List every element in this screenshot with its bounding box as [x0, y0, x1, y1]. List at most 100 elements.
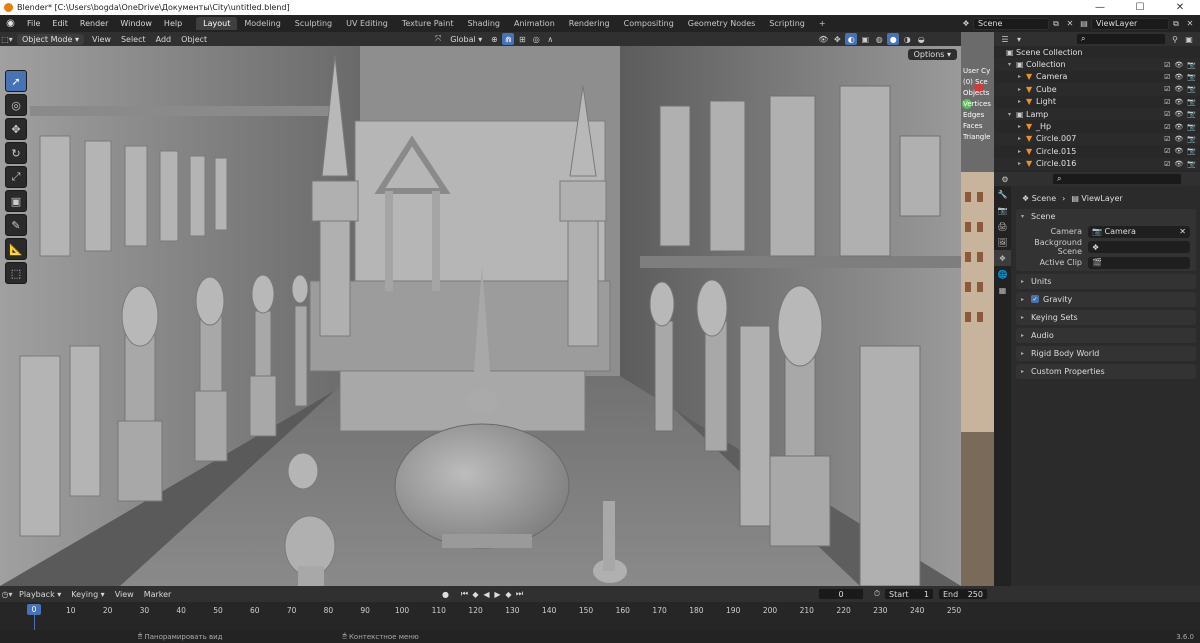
checkbox-icon[interactable]: ☑ [1164, 147, 1170, 155]
add-workspace-button[interactable]: + [812, 17, 833, 30]
checkbox-icon[interactable]: ☑ [1164, 73, 1170, 81]
end-frame-field[interactable]: End 250 [938, 588, 988, 600]
expand-arrow-icon[interactable]: ▸ [1018, 123, 1026, 130]
clear-camera-icon[interactable]: ✕ [1179, 227, 1186, 236]
workspace-tab-geometry-nodes[interactable]: Geometry Nodes [681, 17, 762, 30]
maximize-button[interactable]: ☐ [1120, 2, 1160, 13]
menu-help[interactable]: Help [158, 19, 188, 28]
transform-tool-icon[interactable]: ▣ [5, 190, 27, 212]
audio-panel[interactable]: ▸ Audio [1016, 327, 1196, 343]
camera-render-icon[interactable]: 📷 [1187, 147, 1196, 155]
jump-start-icon[interactable]: ⏮ [459, 589, 470, 599]
add-cube-tool-icon[interactable]: ⬚ [5, 262, 27, 284]
new-scene-icon[interactable]: ⧉ [1050, 18, 1062, 30]
camera-render-icon[interactable]: 📷 [1187, 73, 1196, 81]
viewport-menu-select[interactable]: Select [116, 35, 151, 44]
outliner-item[interactable]: ▸ ▼ Circle.007 ☑ 👁 📷 [994, 132, 1200, 146]
menu-edit[interactable]: Edit [46, 19, 74, 28]
preview-range-clock-icon[interactable]: ⏱ [871, 588, 883, 600]
expand-arrow-icon[interactable]: ▸ [1018, 86, 1026, 93]
playhead-line[interactable] [34, 614, 35, 630]
outliner-search-input[interactable]: ⌕ [1076, 33, 1166, 45]
workspace-tab-uv-editing[interactable]: UV Editing [339, 17, 395, 30]
expand-arrow-icon[interactable]: ▾ [1008, 111, 1016, 118]
outliner-item[interactable]: ▸ ▼ Cube ☑ 👁 📷 [994, 83, 1200, 96]
camera-render-icon[interactable]: 📷 [1187, 61, 1196, 69]
camera-render-icon[interactable]: 📷 [1187, 135, 1196, 143]
workspace-tab-rendering[interactable]: Rendering [562, 17, 617, 30]
expand-arrow-icon[interactable]: ▸ [1018, 160, 1026, 167]
delete-scene-icon[interactable]: ✕ [1064, 18, 1076, 30]
camera-render-icon[interactable]: 📷 [1187, 160, 1196, 168]
outliner-item[interactable]: ▾ ▣ Lamp ☑ 👁 📷 [994, 107, 1200, 121]
eye-icon[interactable]: 👁 [1174, 110, 1183, 118]
shading-material-icon[interactable]: ◑ [901, 33, 913, 45]
workspace-tab-compositing[interactable]: Compositing [617, 17, 681, 30]
xray-icon[interactable]: ▣ [859, 33, 871, 45]
move-tool-icon[interactable]: ✥ [5, 118, 27, 140]
render-tab-icon[interactable]: 📷 [994, 202, 1011, 218]
new-collection-icon[interactable]: ▣ [1183, 33, 1195, 45]
workspace-tab-modeling[interactable]: Modeling [237, 17, 287, 30]
timeline-menu-view[interactable]: View [110, 590, 139, 599]
start-frame-field[interactable]: Start 1 [884, 588, 934, 600]
camera-render-icon[interactable]: 📷 [1187, 123, 1196, 131]
transform-orientation-dropdown[interactable]: Global ▾ [445, 35, 487, 44]
current-frame-field[interactable]: 0 [818, 588, 864, 600]
eye-icon[interactable]: 👁 [1174, 123, 1183, 131]
outliner-editor-type-icon[interactable]: ☰ [999, 33, 1011, 45]
background-scene-field[interactable]: ❖ [1088, 241, 1190, 254]
units-panel[interactable]: ▸ Units [1016, 273, 1196, 289]
camera-field[interactable]: 📷 Camera ✕ [1088, 225, 1190, 238]
workspace-tab-texture-paint[interactable]: Texture Paint [395, 17, 461, 30]
blender-menu-icon[interactable]: ◉ [4, 17, 17, 30]
menu-render[interactable]: Render [74, 19, 114, 28]
editor-type-icon[interactable]: ⬚▾ [1, 33, 13, 45]
gravity-checkbox[interactable]: ✓ [1031, 295, 1039, 303]
camera-render-icon[interactable]: 📷 [1187, 98, 1196, 106]
object-mode-dropdown[interactable]: Object Mode ▾ [17, 33, 84, 45]
new-viewlayer-icon[interactable]: ⧉ [1170, 18, 1182, 30]
eye-icon[interactable]: 👁 [1174, 135, 1183, 143]
output-tab-icon[interactable]: 🖨 [994, 218, 1011, 234]
gravity-panel[interactable]: ▸ ✓ Gravity [1016, 291, 1196, 307]
properties-editor-type-icon[interactable]: ⚙ [999, 173, 1011, 185]
jump-prev-key-icon[interactable]: ◆ [470, 590, 481, 599]
menu-window[interactable]: Window [114, 19, 158, 28]
falloff-icon[interactable]: ∧ [544, 33, 556, 45]
eye-icon[interactable]: 👁 [1174, 61, 1183, 69]
camera-render-icon[interactable]: 📷 [1187, 85, 1196, 93]
checkbox-icon[interactable]: ☑ [1164, 160, 1170, 168]
timeline-menu-marker[interactable]: Marker [139, 590, 177, 599]
outliner-item[interactable]: ▸ ▼ Camera ☑ 👁 📷 [994, 71, 1200, 83]
texture-tab-icon[interactable]: ▦ [994, 282, 1011, 298]
properties-search-input[interactable]: ⌕ [1052, 173, 1182, 185]
eye-icon[interactable]: 👁 [1174, 160, 1183, 168]
proportional-edit-icon[interactable]: ◎ [530, 33, 542, 45]
active-clip-field[interactable]: 🎬 [1088, 256, 1190, 269]
outliner-item[interactable]: ▸ ▼ Circle.016 ☑ 👁 📷 [994, 157, 1200, 170]
outliner-item[interactable]: ▸ ▼ Circle.015 ☑ 👁 📷 [994, 145, 1200, 157]
checkbox-icon[interactable]: ☑ [1164, 123, 1170, 131]
snap-target-icon[interactable]: ⊞ [516, 33, 528, 45]
timeline-editor-type-icon[interactable]: ◷▾ [1, 588, 13, 600]
keying-sets-panel[interactable]: ▸ Keying Sets [1016, 309, 1196, 325]
expand-arrow-icon[interactable]: ▸ [1018, 98, 1026, 105]
viewlayer-icon[interactable]: ▤ [1078, 18, 1090, 30]
record-icon[interactable]: ● [440, 590, 451, 599]
outliner-item[interactable]: ▣ Scene Collection [994, 46, 1200, 58]
gizmo-icon[interactable]: ✥ [831, 33, 843, 45]
eye-icon[interactable]: 👁 [1174, 85, 1183, 93]
pivot-icon[interactable]: ⊕ [488, 33, 500, 45]
shading-wireframe-icon[interactable]: ◍ [873, 33, 885, 45]
delete-viewlayer-icon[interactable]: ✕ [1184, 18, 1196, 30]
tool-tab-icon[interactable]: 🔧 [994, 186, 1011, 202]
visibility-icon[interactable]: 👁 [817, 33, 829, 45]
checkbox-icon[interactable]: ☑ [1164, 61, 1170, 69]
orientation-icon[interactable]: ⤧ [432, 33, 444, 45]
world-tab-icon[interactable]: 🌐 [994, 266, 1011, 282]
display-mode-icon[interactable]: ▾ [1013, 33, 1025, 45]
shading-solid-icon[interactable]: ● [887, 33, 900, 45]
overlay-icon[interactable]: ◐ [845, 33, 858, 45]
viewport-options-button[interactable]: Options ▾ [907, 49, 957, 60]
